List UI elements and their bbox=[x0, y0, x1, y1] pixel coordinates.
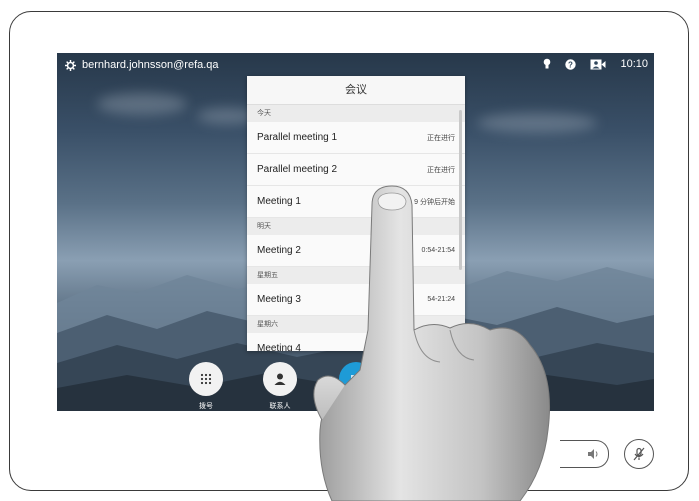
meeting-name: Parallel meeting 2 bbox=[257, 164, 338, 175]
meeting-status: 9 分钟后开始 bbox=[414, 198, 455, 206]
meeting-name: Meeting 4 bbox=[257, 343, 301, 351]
meeting-item[interactable]: Meeting 2 0:54-21:54 bbox=[247, 235, 465, 267]
calendar-icon bbox=[350, 374, 362, 385]
meeting-status: 0:54-21:54 bbox=[421, 247, 455, 254]
screen: bernhard.johnsson@refa.qa ? 10:10 会议 今天 … bbox=[57, 53, 654, 411]
clock: 10:10 bbox=[620, 58, 648, 70]
meeting-name: Meeting 2 bbox=[257, 245, 301, 256]
meeting-name: Meeting 3 bbox=[257, 294, 301, 305]
meeting-item[interactable]: Parallel meeting 2 正在进行 bbox=[247, 154, 465, 186]
section-header-saturday: 星期六 bbox=[247, 316, 465, 333]
account-info[interactable]: bernhard.johnsson@refa.qa bbox=[65, 59, 219, 71]
section-header-friday: 星期五 bbox=[247, 267, 465, 284]
dial-label: 拨号 bbox=[199, 403, 213, 410]
scrollbar[interactable] bbox=[459, 110, 462, 270]
self-view-icon[interactable] bbox=[590, 59, 606, 70]
panel-title: 会议 bbox=[247, 76, 465, 105]
meeting-name: Meeting 1 bbox=[257, 196, 301, 207]
meetings-panel: 会议 今天 Parallel meeting 1 正在进行 Parallel me… bbox=[247, 76, 465, 351]
lightbulb-icon[interactable] bbox=[543, 58, 551, 70]
bottom-dock: 拨号 联系人 议 bbox=[57, 359, 654, 411]
section-header-tomorrow: 明天 bbox=[247, 218, 465, 235]
keypad-icon bbox=[200, 373, 212, 385]
meeting-status: 54-21:24 bbox=[427, 296, 455, 303]
meeting-name: Parallel meeting 1 bbox=[257, 132, 338, 143]
mic-muted-icon bbox=[633, 447, 645, 461]
meeting-item[interactable]: Meeting 4 bbox=[247, 333, 465, 351]
meeting-item[interactable]: Meeting 1 9 分钟后开始 bbox=[247, 186, 465, 218]
volume-control[interactable] bbox=[560, 440, 609, 468]
speaker-icon bbox=[588, 449, 598, 459]
gear-icon[interactable] bbox=[65, 59, 76, 71]
section-header-today: 今天 bbox=[247, 105, 465, 122]
meeting-status: 正在进行 bbox=[427, 166, 455, 174]
meeting-item[interactable]: Meeting 3 54-21:24 bbox=[247, 284, 465, 316]
meeting-status: 正在进行 bbox=[427, 134, 455, 142]
dial-button[interactable] bbox=[189, 362, 223, 396]
status-bar: bernhard.johnsson@refa.qa ? 10:10 bbox=[57, 53, 654, 77]
person-icon bbox=[274, 373, 286, 385]
contacts-label: 联系人 bbox=[269, 403, 291, 410]
meeting-item[interactable]: Parallel meeting 1 正在进行 bbox=[247, 122, 465, 154]
help-icon[interactable]: ? bbox=[565, 58, 577, 70]
account-email: bernhard.johnsson@refa.qa bbox=[82, 59, 219, 71]
meetings-label: 议 bbox=[362, 403, 370, 410]
microphone-mute-button[interactable] bbox=[624, 439, 654, 469]
contacts-button[interactable] bbox=[263, 362, 297, 396]
svg-text:?: ? bbox=[569, 60, 574, 69]
meetings-button[interactable] bbox=[339, 362, 373, 396]
